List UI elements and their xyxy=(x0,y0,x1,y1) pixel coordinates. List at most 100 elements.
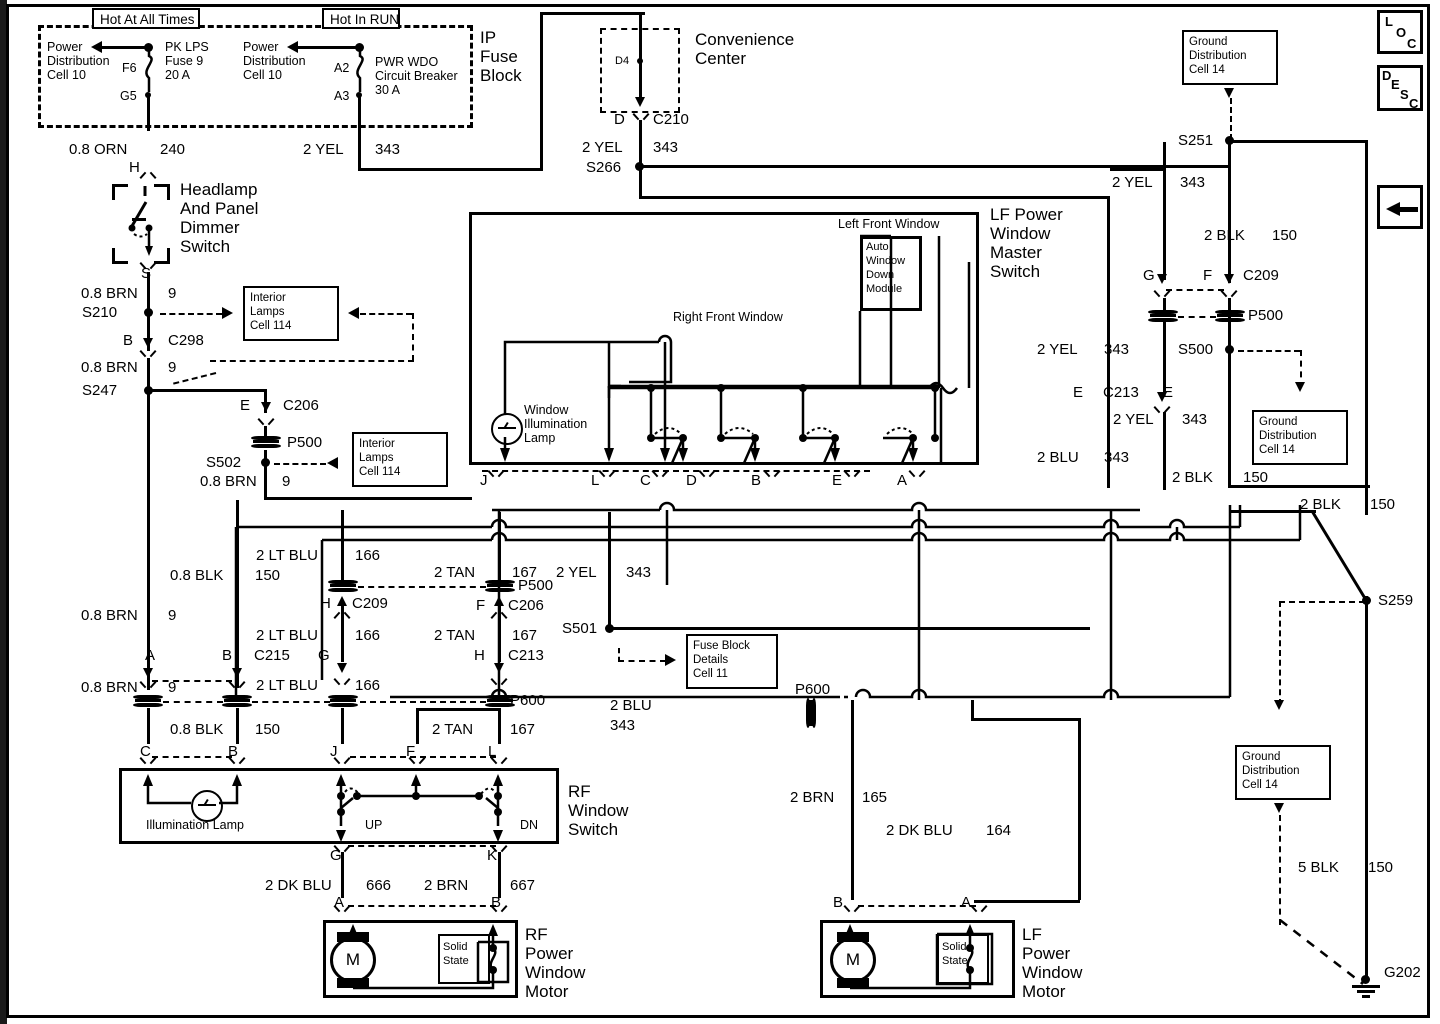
connector-c298-label: C298 xyxy=(168,332,204,349)
pin-k-rf-label: K xyxy=(487,847,498,864)
interior-lamps-cell-114-bottom[interactable]: Interior Lamps Cell 114 xyxy=(352,432,448,487)
master-switch-internal-wiring xyxy=(500,234,971,465)
dash-p500-right xyxy=(1178,316,1216,318)
wire-tan167-to-rfsw-l xyxy=(498,708,501,744)
wire-label-brn667-circuit: 667 xyxy=(510,877,536,894)
wire-blk150-to-rf-switch xyxy=(236,708,239,744)
wire-label-yel-343-circuit: 343 xyxy=(375,141,401,158)
wire-label-blk150-c209-color: 2 BLK xyxy=(1204,227,1245,244)
passthrough-p600-ltblu xyxy=(328,693,358,709)
wire-label-brn9-e-color: 0.8 BRN xyxy=(81,679,138,696)
connector-pin-b-master xyxy=(765,470,779,481)
dash-p600-mid xyxy=(360,701,486,703)
wire-yel-343-vert-a xyxy=(358,95,361,170)
wire-s247-branch-horiz xyxy=(147,389,267,392)
pin-b-c298-label: B xyxy=(123,332,134,349)
arrow-ground-dist-mid-icon xyxy=(1295,382,1305,392)
back-arrow-button[interactable] xyxy=(1377,185,1423,229)
wire-yel-343-horiz-b xyxy=(540,12,645,15)
wire-yel-343-horiz-a xyxy=(358,168,543,171)
ground-distribution-cell-14-bottom[interactable]: Ground Distribution Cell 14 xyxy=(1235,745,1331,800)
arrow-left-pd-left-icon xyxy=(91,41,102,53)
wire-blk-150-s251-vert xyxy=(1228,140,1231,283)
dash-rfm-pins xyxy=(348,905,496,907)
arrow-left-shaft xyxy=(1398,207,1418,212)
pin-f-c209-label: F xyxy=(1203,267,1213,284)
connector-c206-label-top: C206 xyxy=(283,397,319,414)
dash-p600-left-1 xyxy=(163,701,223,703)
pin-g-rf-label: G xyxy=(330,847,342,864)
wire-label-tan167-c-circuit: 167 xyxy=(510,721,536,738)
wire-label-dkblu164-color: 2 DK BLU xyxy=(886,822,953,839)
dash-rfsw-pins-left xyxy=(152,756,232,758)
connector-c213-pin-e xyxy=(1155,406,1169,417)
wire-label-orn-240-circuit: 240 xyxy=(160,141,186,158)
passthrough-p500-top-label: P500 xyxy=(287,434,323,451)
dash-to-g202 xyxy=(1279,919,1364,985)
splice-s210-label: S210 xyxy=(82,304,118,321)
interior-lamps-cell-114-top[interactable]: Interior Lamps Cell 114 xyxy=(243,286,339,341)
wire-ltblu166-vert-a xyxy=(341,510,344,582)
passthrough-p500-tan xyxy=(485,578,515,594)
ground-distribution-cell-14-mid[interactable]: Ground Distribution Cell 14 xyxy=(1252,410,1348,465)
connector-c209-right-label: C209 xyxy=(1243,267,1279,284)
wire-label-brn9-d-color: 0.8 BRN xyxy=(81,607,138,624)
wire-label-ltblu166-c-color: 2 LT BLU xyxy=(256,677,318,694)
pin-f-c206-label: F xyxy=(476,597,486,614)
wire-label-ltblu166-a-circuit: 166 xyxy=(355,547,381,564)
passthrough-p500-tan-label: P500 xyxy=(518,577,554,594)
wire-yel-343-s266-vert xyxy=(639,120,642,198)
splice-s247-label: S247 xyxy=(82,382,118,399)
hot-at-all-times-box: Hot At All Times xyxy=(92,8,200,29)
arrow-down-b-left-icon xyxy=(232,668,242,678)
wire-label-yel343-ms-color: 2 YEL xyxy=(1037,341,1078,358)
wire-label-5blk-circuit: 150 xyxy=(1368,859,1394,876)
wire-label-yel343-c213-circuit: 343 xyxy=(1182,411,1208,428)
loc-letter-o: O xyxy=(1396,25,1407,40)
splice-s266-label: S266 xyxy=(586,159,622,176)
wire-label-tan167-c-color: 2 TAN xyxy=(432,721,474,738)
wire-yel-343-to-c209-g xyxy=(1110,168,1166,171)
ground-distribution-cell-14-top[interactable]: Ground Distribution Cell 14 xyxy=(1182,30,1278,85)
wire-ltblu166-to-rfsw xyxy=(341,708,344,744)
lf-master-switch-label: LF Power Window Master Switch xyxy=(990,205,1063,282)
desc-letter-s: S xyxy=(1400,87,1409,102)
loc-button[interactable]: L O C xyxy=(1377,10,1423,54)
desc-button[interactable]: D E S C xyxy=(1377,65,1423,111)
ground-g202-symbol xyxy=(1352,985,1380,999)
pk-lps-fuse-label: PK LPS Fuse 9 20 A xyxy=(165,40,209,82)
wire-conv-center-vert xyxy=(639,12,642,101)
hot-in-run-box: Hot In RUN xyxy=(322,8,400,29)
wire-brn667-vert xyxy=(498,852,501,898)
arrow-left-interior-lamps-icon xyxy=(348,307,359,319)
wire-blk-150-p500-down xyxy=(1228,298,1231,488)
wire-tan167-to-rfsw-f xyxy=(416,708,419,744)
pin-b-lfm-label: B xyxy=(833,894,844,911)
lf-power-window-motor-label: LF Power Window Motor xyxy=(1022,925,1083,1002)
connector-c215-pin-g xyxy=(335,678,349,689)
fuse-block-details-cell-11[interactable]: Fuse Block Details Cell 11 xyxy=(686,634,778,689)
wire-label-brn165-circuit: 165 xyxy=(862,789,888,806)
connector-c213-pin-h xyxy=(492,678,506,689)
wire-label-yel-343-s251-circuit: 343 xyxy=(1180,174,1206,191)
wire-tan167-vert-b xyxy=(498,600,501,662)
connector-pin-j-master xyxy=(489,470,503,481)
wire-label-yel343-ms-circuit: 343 xyxy=(1104,341,1130,358)
wire-blk-150-b-vert xyxy=(236,500,239,688)
connector-c209-mid-label: C209 xyxy=(352,595,388,612)
wire-label-tan167-b-color: 2 TAN xyxy=(434,627,476,644)
dash-s502-to-interior-lamps xyxy=(274,463,326,465)
wire-label-yel-343-s251-color: 2 YEL xyxy=(1112,174,1153,191)
wire-label-yel343-c213-color: 2 YEL xyxy=(1113,411,1154,428)
arrow-down-ground-dist-top-icon xyxy=(1224,88,1234,98)
wire-label-ltblu166-b-circuit: 166 xyxy=(355,627,381,644)
dash-ground-bottom-down xyxy=(1279,815,1281,925)
lf-motor-internal-wiring xyxy=(845,924,994,990)
passthrough-p600-label-1: P600 xyxy=(510,692,546,709)
wire-tan167-vert-a xyxy=(498,512,501,582)
pin-a3-label: A3 xyxy=(334,89,350,103)
connector-rfsw-pin-j xyxy=(335,757,349,768)
arrow-left-pd-right-icon xyxy=(287,41,298,53)
dash-master-switch-pins xyxy=(482,470,870,472)
connector-rfm-pin-a xyxy=(335,905,349,916)
